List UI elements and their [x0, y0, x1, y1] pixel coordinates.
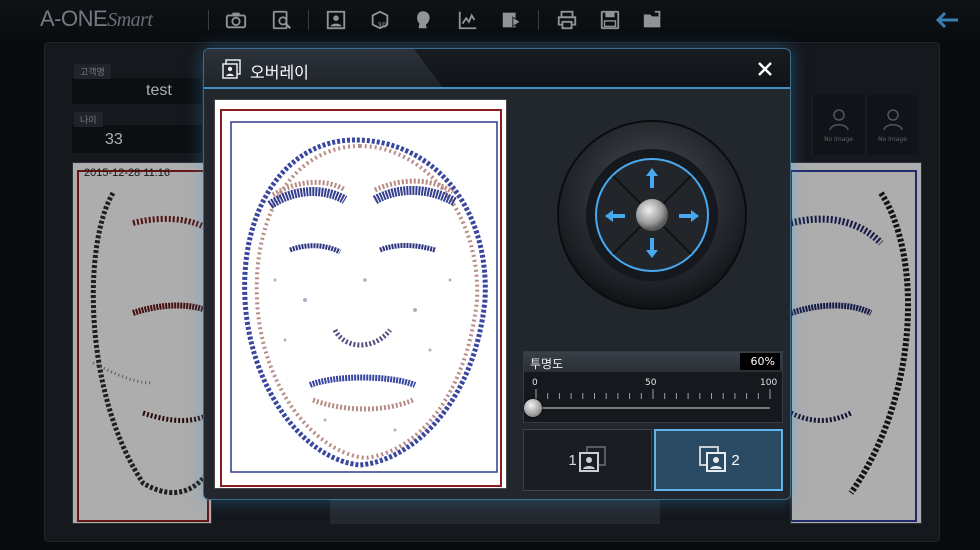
- opacity-value: 60%: [740, 353, 780, 370]
- order-number: 2: [731, 451, 740, 469]
- arrow-down-icon[interactable]: [645, 237, 659, 259]
- portrait-stack-icon: [578, 446, 606, 472]
- slider-min-label: 0: [532, 378, 538, 388]
- opacity-slider-handle[interactable]: [524, 399, 542, 417]
- overlay-order-2-button[interactable]: 2: [654, 429, 783, 491]
- arrow-up-icon[interactable]: [645, 167, 659, 189]
- overlay-preview-image: [214, 99, 507, 489]
- overlay-order-1-button[interactable]: 1: [523, 429, 652, 491]
- portrait-stack-icon: [699, 446, 727, 472]
- arrow-right-icon[interactable]: [678, 208, 700, 222]
- overlay-dialog: 오버레이 투명도 60% 0 50 100 1 2: [203, 48, 791, 500]
- slider-ticks: [535, 389, 771, 399]
- arrow-left-icon[interactable]: [604, 208, 626, 222]
- slider-max-label: 100: [760, 378, 778, 388]
- opacity-slider-track[interactable]: [536, 407, 770, 409]
- opacity-panel: 투명도 60% 0 50 100: [523, 351, 783, 423]
- position-joystick[interactable]: [556, 119, 748, 311]
- dialog-header-divider: [204, 87, 790, 89]
- opacity-label: 투명도: [530, 357, 564, 371]
- overlay-icon: [222, 59, 242, 79]
- slider-mid-label: 50: [645, 378, 657, 388]
- order-number: 1: [568, 451, 577, 469]
- close-icon[interactable]: [754, 58, 776, 80]
- dialog-title: 오버레이: [250, 63, 309, 82]
